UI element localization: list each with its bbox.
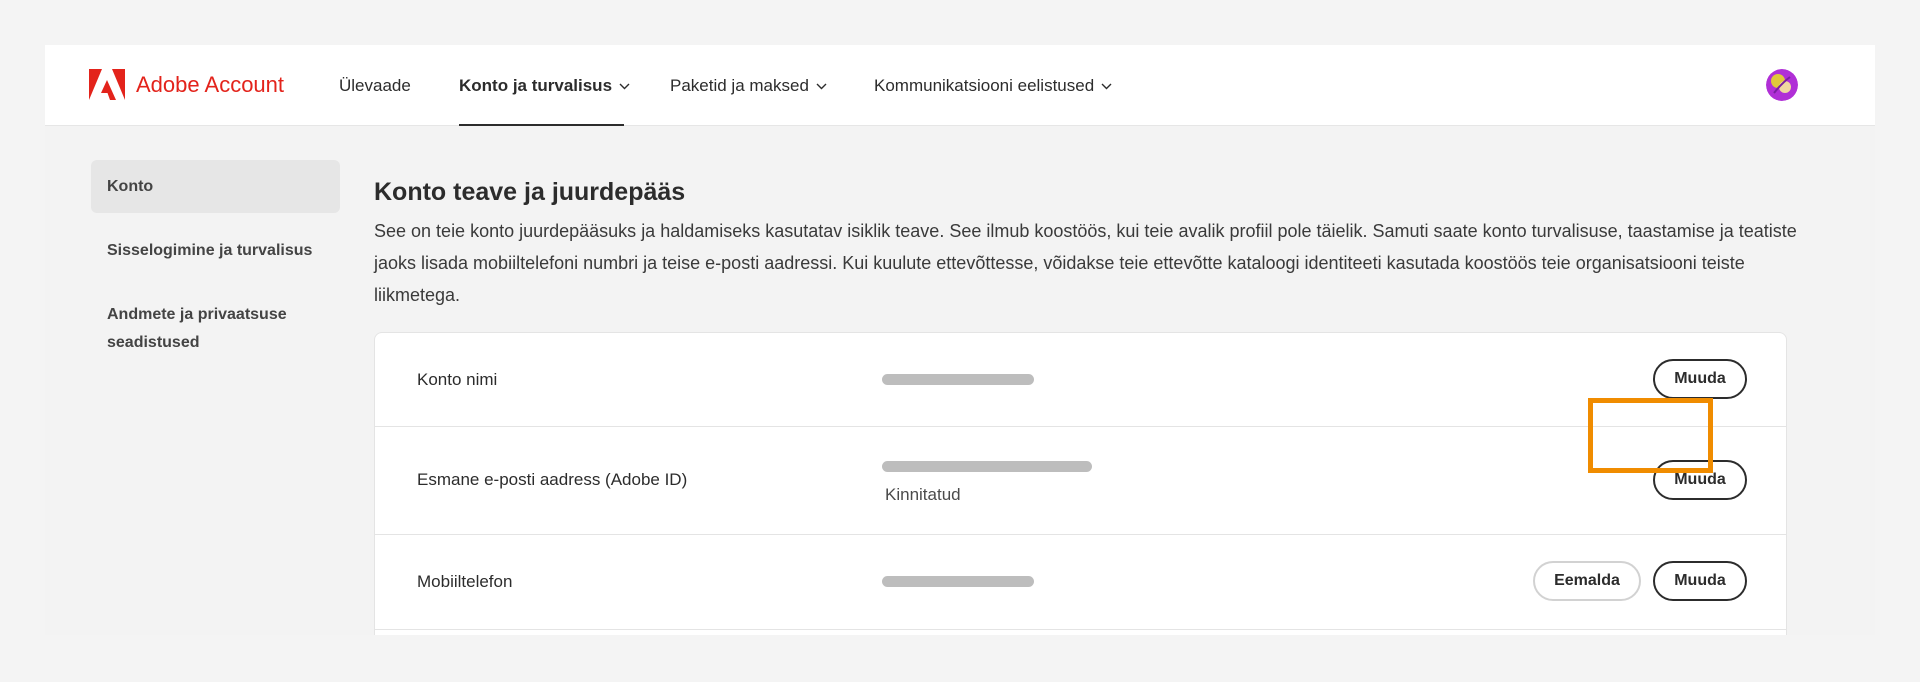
row-account-name: Konto nimi Muuda — [375, 333, 1786, 427]
nav-item-label: Ülevaade — [339, 76, 411, 95]
redacted-value — [882, 461, 1092, 472]
row-label: Mobiiltelefon — [417, 572, 513, 591]
edit-account-name-button[interactable]: Muuda — [1653, 359, 1747, 399]
nav-item-overview[interactable]: Ülevaade — [339, 76, 411, 96]
redacted-value — [882, 576, 1034, 587]
row-primary-email: Esmane e-posti aadress (Adobe ID) Kinnit… — [375, 427, 1786, 535]
avatar[interactable] — [1766, 69, 1798, 101]
nav-item-label: Kommunikatsiooni eelistused — [874, 76, 1095, 95]
chevron-down-icon — [619, 83, 630, 89]
nav-item-communication-preferences[interactable]: Kommunikatsiooni eelistused — [874, 76, 1112, 96]
nav-item-label: Konto ja turvalisus — [459, 76, 613, 95]
chevron-down-icon — [1101, 83, 1112, 89]
adobe-logo-icon — [89, 69, 125, 100]
avatar-image — [1766, 69, 1798, 101]
page-frame: Adobe Account Ülevaade Konto ja turvalis… — [45, 45, 1875, 635]
active-tab-indicator — [459, 124, 624, 126]
page-description: See on teie konto juurdepääsuks ja halda… — [374, 221, 1797, 305]
sidebar-item-label: Konto — [107, 177, 154, 195]
row-label: Konto nimi — [417, 370, 498, 389]
edit-mobile-button[interactable]: Muuda — [1653, 561, 1747, 601]
page-title: Konto teave ja juurdepääs — [374, 178, 686, 206]
nav-item-plans-payments[interactable]: Paketid ja maksed — [670, 76, 827, 96]
row-label: Esmane e-posti aadress (Adobe ID) — [417, 470, 688, 489]
edit-primary-email-button[interactable]: Muuda — [1653, 460, 1747, 500]
sidebar-item-label: Sisselogimine ja turvalisus — [107, 242, 313, 259]
remove-mobile-button[interactable]: Eemalda — [1533, 561, 1641, 601]
brand-name: Adobe Account — [136, 71, 285, 97]
nav-item-account-security[interactable]: Konto ja turvalisus — [459, 76, 630, 96]
redacted-value — [882, 374, 1034, 385]
row-mobile-phone: Mobiiltelefon Eemalda Muuda — [375, 535, 1786, 630]
brand[interactable]: Adobe Account — [89, 69, 284, 100]
nav-item-label: Paketid ja maksed — [670, 76, 809, 95]
sidebar-item-data-privacy[interactable]: Andmete ja privaatsuse seadistused — [91, 301, 311, 357]
chevron-down-icon — [816, 83, 827, 89]
sidebar-item-label: Andmete ja privaatsuse seadistused — [107, 306, 287, 351]
account-info-card: Konto nimi Muuda Esmane e-posti aadress … — [374, 332, 1787, 635]
verified-status: Kinnitatud — [885, 485, 961, 504]
top-navigation: Adobe Account Ülevaade Konto ja turvalis… — [45, 45, 1875, 126]
sidebar-item-account[interactable]: Konto — [91, 160, 340, 213]
sidebar-item-sign-in-security[interactable]: Sisselogimine ja turvalisus — [91, 237, 312, 265]
